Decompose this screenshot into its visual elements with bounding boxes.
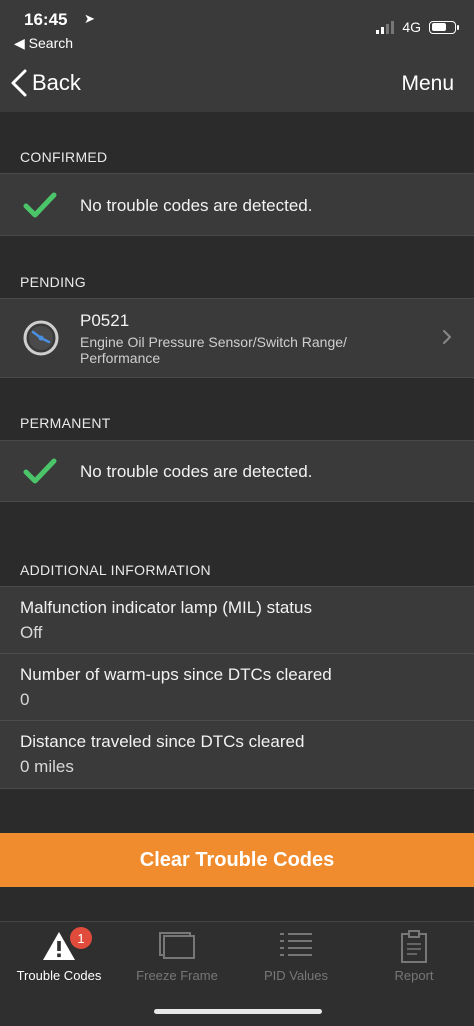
back-button[interactable]: Back bbox=[10, 68, 81, 98]
tab-pid-values[interactable]: PID Values bbox=[237, 922, 355, 992]
tab-report[interactable]: Report bbox=[355, 922, 473, 992]
tab-label: Freeze Frame bbox=[136, 968, 218, 983]
pending-header: PENDING bbox=[20, 274, 86, 290]
freeze-frame-icon bbox=[159, 932, 195, 959]
checkmark-icon bbox=[23, 458, 57, 484]
list-icon bbox=[280, 933, 312, 956]
tab-label: Report bbox=[394, 968, 434, 983]
status-bar: 16:45 ➤ ◀ Search 4G bbox=[0, 0, 474, 56]
back-label: Back bbox=[32, 70, 81, 95]
trouble-code-description: Engine Oil Pressure Sensor/Switch Range/… bbox=[80, 334, 347, 366]
signal-icon bbox=[376, 20, 395, 34]
back-to-app-link[interactable]: ◀ Search bbox=[14, 35, 73, 52]
tab-label: PID Values bbox=[263, 968, 329, 983]
location-arrow-icon: ➤ bbox=[84, 11, 95, 26]
clipboard-icon bbox=[401, 930, 427, 963]
clock-icon bbox=[23, 320, 59, 356]
info-label: Number of warm-ups since DTCs cleared bbox=[20, 665, 332, 684]
info-value: 0 miles bbox=[20, 757, 74, 776]
tab-freeze-frame[interactable]: Freeze Frame bbox=[118, 922, 236, 992]
chevron-right-icon bbox=[443, 330, 451, 344]
permanent-message: No trouble codes are detected. bbox=[80, 462, 313, 481]
info-label: Distance traveled since DTCs cleared bbox=[20, 732, 305, 751]
home-indicator[interactable] bbox=[154, 1009, 322, 1014]
permanent-row: No trouble codes are detected. bbox=[0, 440, 474, 502]
info-label: Malfunction indicator lamp (MIL) status bbox=[20, 598, 312, 617]
trouble-code: P0521 bbox=[80, 311, 130, 330]
confirmed-header: CONFIRMED bbox=[20, 149, 108, 165]
network-type: 4G bbox=[402, 19, 421, 35]
permanent-header: PERMANENT bbox=[20, 415, 111, 431]
tab-trouble-codes[interactable]: 1 Trouble Codes bbox=[0, 922, 118, 992]
info-item-distance: Distance traveled since DTCs cleared 0 m… bbox=[0, 721, 474, 788]
clear-trouble-codes-button[interactable]: Clear Trouble Codes bbox=[0, 833, 474, 887]
battery-icon bbox=[429, 20, 459, 34]
navigation-bar: Back Menu bbox=[0, 56, 474, 112]
tab-label: Trouble Codes bbox=[16, 968, 102, 983]
pending-code-row[interactable]: P0521 Engine Oil Pressure Sensor/Switch … bbox=[0, 298, 474, 378]
chevron-left-icon bbox=[11, 69, 27, 97]
confirmed-row: No trouble codes are detected. bbox=[0, 173, 474, 236]
confirmed-message: No trouble codes are detected. bbox=[80, 196, 313, 215]
info-item-mil-status: Malfunction indicator lamp (MIL) status … bbox=[0, 587, 474, 654]
notification-badge: 1 bbox=[70, 927, 92, 949]
additional-info-header: ADDITIONAL INFORMATION bbox=[20, 562, 211, 578]
info-value: 0 bbox=[20, 690, 30, 709]
status-indicators: 4G bbox=[376, 19, 459, 35]
info-item-warmups: Number of warm-ups since DTCs cleared 0 bbox=[0, 654, 474, 721]
additional-info-list: Malfunction indicator lamp (MIL) status … bbox=[0, 586, 474, 789]
info-value: Off bbox=[20, 623, 43, 642]
status-time: 16:45 bbox=[24, 10, 68, 29]
menu-button[interactable]: Menu bbox=[401, 72, 454, 96]
checkmark-icon bbox=[23, 192, 57, 218]
